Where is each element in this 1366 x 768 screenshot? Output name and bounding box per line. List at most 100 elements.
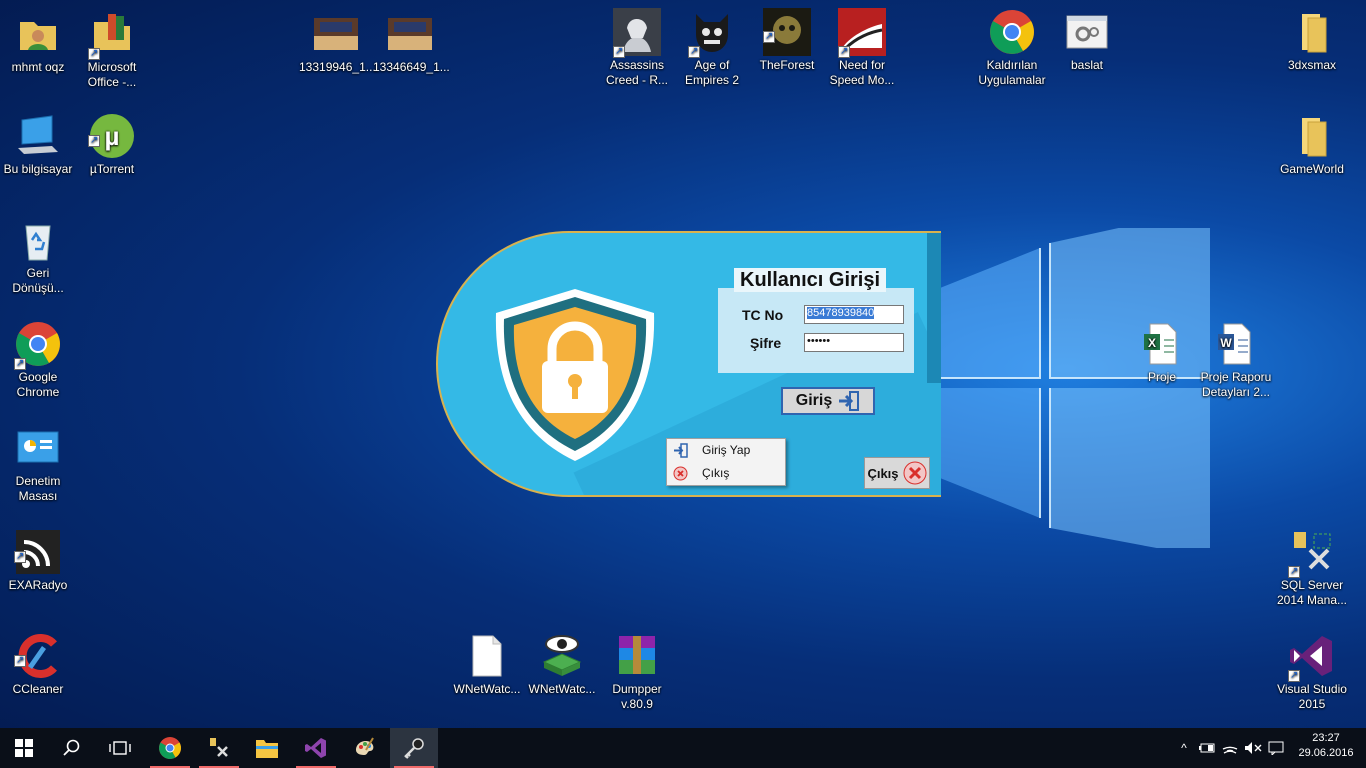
windows-start-icon	[15, 739, 33, 757]
taskbar-login-app[interactable]	[390, 728, 438, 768]
icon-label: Visual Studio 2015	[1277, 682, 1347, 711]
excel-file-icon: X	[1144, 323, 1177, 365]
computer-icon	[18, 115, 58, 154]
context-menu: Giriş Yap Çıkış	[666, 438, 786, 486]
icon-label: Dumpper v.80.9	[612, 682, 662, 711]
desktop-icon-office[interactable]: Microsoft Office -...	[74, 10, 150, 90]
icon-label: Kaldırılan Uygulamalar	[978, 58, 1046, 87]
desktop-icon-assassins-creed[interactable]: Assassins Creed - R...	[599, 8, 675, 88]
menu-item-label: Giriş Yap	[702, 443, 751, 457]
task-view-button[interactable]	[96, 728, 144, 768]
desktop-icon-visual-studio[interactable]: Visual Studio 2015	[1274, 632, 1350, 712]
icon-label: 13346649_1...	[373, 60, 450, 74]
taskbar: ^ 23:27 29.06.2016	[0, 728, 1366, 768]
icon-label: Need for Speed Mo...	[829, 58, 895, 87]
volume-muted-icon[interactable]	[1244, 741, 1262, 755]
desktop-icon-ccleaner[interactable]: CCleaner	[0, 632, 76, 697]
icon-label: Google Chrome	[16, 370, 60, 399]
taskbar-sql-server[interactable]	[195, 728, 243, 768]
image-thumbnail-icon	[388, 18, 432, 50]
menu-item-cikis[interactable]: Çıkış	[667, 462, 785, 485]
menu-item-giris-yap[interactable]: Giriş Yap	[667, 439, 785, 462]
desktop-icon-kaldirilan-uygulamalar[interactable]: Kaldırılan Uygulamalar	[974, 8, 1050, 88]
wifi-icon[interactable]	[1222, 741, 1238, 755]
taskbar-file-explorer[interactable]	[243, 728, 291, 768]
password-label: Şifre	[750, 335, 782, 351]
settings-file-icon	[1066, 15, 1108, 49]
tc-label: TC No	[742, 307, 784, 323]
login-title: Kullanıcı Girişi	[734, 268, 887, 292]
start-button[interactable]	[0, 728, 48, 768]
icon-label: Denetim Masası	[15, 474, 61, 503]
search-button[interactable]	[48, 728, 96, 768]
clock-date: 29.06.2016	[1298, 747, 1354, 759]
desktop-icon-proje[interactable]: X Proje	[1124, 320, 1200, 385]
search-icon	[63, 739, 80, 756]
icon-label: Bu bilgisayar	[3, 162, 73, 176]
word-file-icon: W	[1218, 323, 1251, 365]
icon-label: baslat	[1070, 58, 1104, 72]
close-icon	[673, 466, 688, 481]
icon-label: WNetWatc...	[528, 682, 596, 696]
desktop-icon-geri-donusum[interactable]: Geri Dönüşü...	[0, 216, 76, 296]
password-input[interactable]: ••••••	[804, 333, 904, 352]
system-tray: ^	[1174, 728, 1284, 768]
desktop-icon-gameworld[interactable]: GameWorld	[1274, 112, 1350, 177]
tc-input-value: 85478939840	[807, 307, 875, 319]
desktop-icon-mhmt-oqz[interactable]: mhmt oqz	[0, 10, 76, 75]
desktop-icon-3dxsmax[interactable]: 3dxsmax	[1274, 8, 1350, 73]
desktop-icon-age-of-empires[interactable]: Age of Empires 2	[674, 8, 750, 88]
taskbar-chrome[interactable]	[146, 728, 194, 768]
desktop-icon-denetim-masasi[interactable]: Denetim Masası	[0, 424, 76, 504]
icon-label: SQL Server 2014 Mana...	[1276, 578, 1348, 607]
key-icon	[404, 738, 424, 759]
icon-label: Assassins Creed - R...	[605, 58, 668, 87]
desktop-icon-wnetwatcher[interactable]: WNetWatc...	[524, 632, 600, 697]
chrome-icon	[990, 10, 1034, 54]
login-icon	[674, 443, 688, 458]
svg-text:W: W	[1220, 336, 1232, 350]
icon-label: Microsoft Office -...	[87, 60, 137, 89]
paint-icon	[356, 737, 374, 755]
desktop-icon-image-2[interactable]: 13346649_1...	[372, 10, 450, 75]
visual-studio-icon	[305, 738, 326, 758]
desktop-icon-proje-raporu[interactable]: W Proje Raporu Detayları 2...	[1198, 320, 1274, 400]
folder-icon	[1302, 118, 1327, 157]
icon-label: TheForest	[759, 58, 815, 72]
taskbar-visual-studio[interactable]	[292, 728, 340, 768]
close-icon	[903, 461, 927, 485]
desktop-icon-sql-server[interactable]: SQL Server 2014 Mana...	[1274, 528, 1350, 608]
desktop-icon-theforest[interactable]: TheForest	[749, 8, 825, 73]
desktop-icon-wnetwatcher-file[interactable]: WNetWatc...	[449, 632, 525, 697]
winrar-icon	[619, 636, 655, 674]
tc-input[interactable]: 85478939840	[804, 305, 904, 324]
icon-label: Age of Empires 2	[684, 58, 740, 87]
desktop-icon-utorrent[interactable]: µ µTorrent	[74, 112, 150, 177]
desktop-icon-dumpper[interactable]: Dumpper v.80.9	[599, 632, 675, 712]
icon-label: CCleaner	[12, 682, 64, 696]
desktop-icon-baslat[interactable]: baslat	[1049, 8, 1125, 73]
user-folder-icon	[20, 22, 56, 50]
chevron-up-icon[interactable]: ^	[1174, 741, 1194, 755]
desktop-icon-google-chrome[interactable]: Google Chrome	[0, 320, 76, 400]
language-icon[interactable]	[1268, 741, 1284, 755]
menu-item-label: Çıkış	[702, 466, 730, 480]
blank-file-icon	[472, 635, 502, 677]
icon-label: 13319946_1...	[299, 60, 376, 74]
icon-label: Geri Dönüşü...	[12, 266, 64, 295]
shield-lock-icon	[495, 289, 655, 461]
login-button[interactable]: Giriş	[781, 387, 875, 415]
desktop-icon-bu-bilgisayar[interactable]: Bu bilgisayar	[0, 112, 76, 177]
battery-icon[interactable]	[1198, 741, 1216, 755]
login-button-label: Giriş	[795, 392, 833, 409]
recycle-bin-icon	[25, 225, 51, 261]
desktop-icon-exaradyo[interactable]: EXARadyo	[0, 528, 76, 593]
clock-time: 23:27	[1312, 732, 1340, 744]
exit-button[interactable]: Çıkış	[864, 457, 930, 489]
desktop-icon-image-1[interactable]: 13319946_1...	[298, 10, 376, 75]
taskbar-paint[interactable]	[341, 728, 389, 768]
taskbar-clock[interactable]: 23:27 29.06.2016	[1294, 731, 1358, 761]
desktop-icon-need-for-speed[interactable]: Need for Speed Mo...	[824, 8, 900, 88]
svg-text:µ: µ	[105, 121, 120, 151]
folder-icon	[256, 740, 278, 758]
